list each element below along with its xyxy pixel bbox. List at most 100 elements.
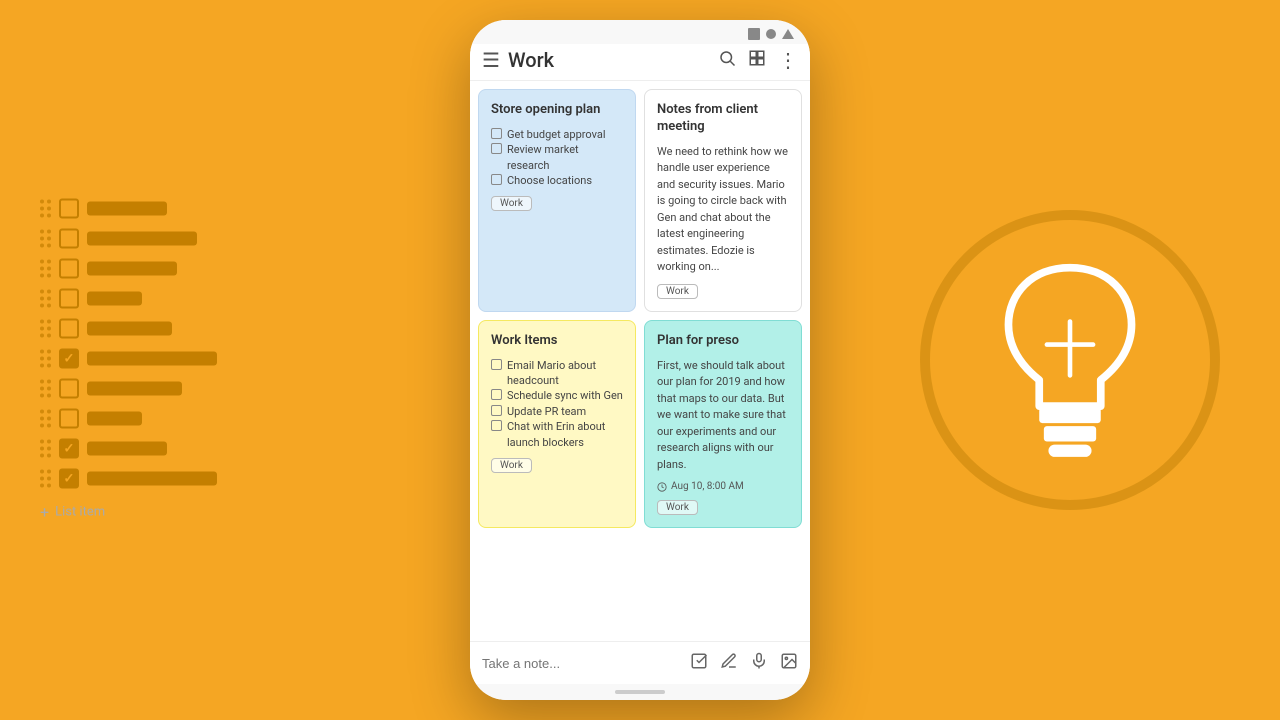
- checkbox[interactable]: [59, 259, 79, 279]
- clock-icon: [657, 482, 667, 492]
- tag-work[interactable]: Work: [657, 284, 698, 299]
- checklist-row: [40, 319, 217, 339]
- list-bar: [87, 292, 142, 306]
- checklist-text: Review market research: [507, 142, 623, 173]
- checklist-row: ✓: [40, 469, 217, 489]
- note-checklist: Get budget approval Review market resear…: [491, 127, 623, 189]
- checklist-text: Choose locations: [507, 173, 592, 188]
- drag-dots: [40, 200, 51, 218]
- left-checklist-decoration: ✓ ✓ ✓ + List item: [40, 199, 217, 522]
- phone-device: ☰ Work ⋮ Store opening plan: [470, 20, 810, 700]
- note-client-meeting[interactable]: Notes from client meeting We need to ret…: [644, 89, 802, 312]
- checkbox[interactable]: [59, 319, 79, 339]
- home-bar: [615, 690, 665, 694]
- checkbox[interactable]: [59, 229, 79, 249]
- drag-dots: [40, 320, 51, 338]
- note-title: Store opening plan: [491, 102, 623, 119]
- mini-checkbox[interactable]: [491, 389, 502, 400]
- mini-checkbox[interactable]: [491, 405, 502, 416]
- mic-icon[interactable]: [750, 652, 768, 674]
- note-title: Plan for preso: [657, 333, 789, 350]
- notes-grid: Store opening plan Get budget approval R…: [470, 81, 810, 641]
- mini-checkbox[interactable]: [491, 174, 502, 185]
- checklist-item: Get budget approval: [491, 127, 623, 142]
- tag-work[interactable]: Work: [657, 500, 698, 515]
- checklist-text: Get budget approval: [507, 127, 606, 142]
- drag-dots: [40, 230, 51, 248]
- checkbox[interactable]: [59, 289, 79, 309]
- note-store-opening[interactable]: Store opening plan Get budget approval R…: [478, 89, 636, 312]
- app-header: ☰ Work ⋮: [470, 44, 810, 81]
- checklist-row: ✓: [40, 439, 217, 459]
- list-bar: [87, 412, 142, 426]
- image-icon[interactable]: [780, 652, 798, 674]
- note-title: Work Items: [491, 333, 623, 350]
- checkbox-checked[interactable]: ✓: [59, 349, 79, 369]
- lightbulb-decoration: [920, 210, 1220, 510]
- checklist-row: [40, 259, 217, 279]
- checkbox-icon[interactable]: [690, 652, 708, 674]
- search-icon[interactable]: [718, 49, 736, 72]
- note-body: First, we should talk about our plan for…: [657, 358, 789, 474]
- checklist-item: Email Mario about headcount: [491, 358, 623, 389]
- lightbulb-icon: [990, 260, 1150, 460]
- note-plan-preso[interactable]: Plan for preso First, we should talk abo…: [644, 320, 802, 528]
- note-title: Notes from client meeting: [657, 102, 789, 136]
- draw-icon[interactable]: [720, 652, 738, 674]
- drag-dots: [40, 410, 51, 428]
- mini-checkbox[interactable]: [491, 143, 502, 154]
- checkbox[interactable]: [59, 409, 79, 429]
- checklist-row: [40, 289, 217, 309]
- list-bar: [87, 382, 182, 396]
- checklist-text: Update PR team: [507, 404, 586, 419]
- checklist-row: [40, 409, 217, 429]
- list-bar: [87, 232, 197, 246]
- tag-work[interactable]: Work: [491, 196, 532, 211]
- drag-dots: [40, 350, 51, 368]
- drag-dots: [40, 470, 51, 488]
- menu-icon[interactable]: ☰: [482, 48, 500, 72]
- note-body: We need to rethink how we handle user ex…: [657, 144, 789, 276]
- battery-icon: [748, 28, 760, 40]
- note-work-items[interactable]: Work Items Email Mario about headcount S…: [478, 320, 636, 528]
- drag-dots: [40, 380, 51, 398]
- header-left: ☰ Work: [482, 48, 554, 72]
- bottom-bar: [470, 641, 810, 684]
- checklist-text: Schedule sync with Gen: [507, 388, 623, 403]
- mini-checkbox[interactable]: [491, 128, 502, 139]
- checkbox[interactable]: [59, 199, 79, 219]
- app-title: Work: [508, 48, 554, 72]
- checklist-item: Choose locations: [491, 173, 623, 188]
- checkbox-checked[interactable]: ✓: [59, 439, 79, 459]
- plus-icon: +: [40, 503, 49, 522]
- checklist-item: Chat with Erin about launch blockers: [491, 419, 623, 450]
- mini-checkbox[interactable]: [491, 359, 502, 370]
- reminder-text: Aug 10, 8:00 AM: [671, 481, 744, 492]
- tag-work[interactable]: Work: [491, 458, 532, 473]
- add-item-label: List item: [55, 505, 105, 520]
- checklist-item: Review market research: [491, 142, 623, 173]
- status-bar: [470, 20, 810, 44]
- checklist-row: [40, 229, 217, 249]
- more-options-icon[interactable]: ⋮: [778, 48, 798, 72]
- checklist-text: Chat with Erin about launch blockers: [507, 419, 623, 450]
- checkbox-checked[interactable]: ✓: [59, 469, 79, 489]
- home-indicator: [470, 684, 810, 700]
- bottom-icons: [690, 652, 798, 674]
- checklist-text: Email Mario about headcount: [507, 358, 623, 389]
- checklist-item: Schedule sync with Gen: [491, 388, 623, 403]
- add-item-row[interactable]: + List item: [40, 499, 217, 522]
- list-bar: [87, 322, 172, 336]
- drag-dots: [40, 290, 51, 308]
- drag-dots: [40, 260, 51, 278]
- mini-checkbox[interactable]: [491, 420, 502, 431]
- signal-icon: [766, 29, 776, 39]
- layout-icon[interactable]: [748, 49, 766, 72]
- checklist-row: [40, 379, 217, 399]
- checklist-row: ✓: [40, 349, 217, 369]
- list-bar: [87, 472, 217, 486]
- take-note-input[interactable]: [482, 656, 682, 671]
- list-bar: [87, 202, 167, 216]
- checkbox[interactable]: [59, 379, 79, 399]
- drag-dots: [40, 440, 51, 458]
